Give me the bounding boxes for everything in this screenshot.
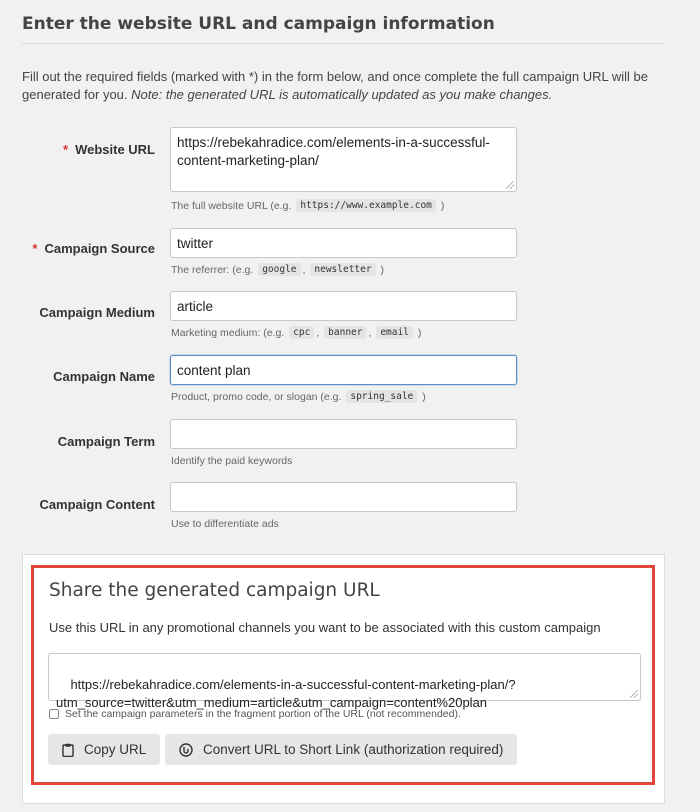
campaign-name-label-text: Campaign Name [53,369,155,384]
help-text: ) [417,326,422,339]
campaign-name-label: Campaign Name [53,369,155,384]
campaign-medium-help: Marketing medium: (e.g. cpc, banner, ema… [171,326,421,339]
help-code: newsletter [310,263,376,276]
website-url-label-text: Website URL [75,142,155,157]
campaign-medium-label-text: Campaign Medium [39,305,155,320]
help-code: spring_sale [346,390,418,403]
title-divider [22,43,665,44]
campaign-medium-value: article [177,298,214,314]
help-code: email [376,326,413,339]
campaign-term-label: Campaign Term [58,434,155,449]
clipboard-icon [62,743,74,757]
campaign-name-help: Product, promo code, or slogan (e.g. spr… [171,390,426,403]
campaign-medium-label: Campaign Medium [39,305,155,320]
share-panel: Share the generated campaign URL Use thi… [31,565,655,785]
campaign-source-help: The referrer: (e.g. google, newsletter ) [171,263,384,276]
link-icon [179,742,193,757]
help-sep: , [302,263,306,276]
section-title: Enter the website URL and campaign infor… [22,14,495,34]
website-url-label: * Website URL [63,142,155,157]
campaign-content-label-text: Campaign Content [39,497,155,512]
website-url-value: https://rebekahradice.com/elements-in-a-… [177,135,490,168]
generated-url-output[interactable]: https://rebekahradice.com/elements-in-a-… [48,653,641,710]
website-url-input[interactable]: https://rebekahradice.com/elements-in-a-… [170,127,517,192]
campaign-name-input[interactable]: content plan [170,355,517,385]
campaign-name-value: content plan [177,362,251,378]
help-code: cpc [289,326,315,339]
help-text: ) [440,199,445,212]
copy-url-label: Copy URL [84,742,147,757]
help-code: banner [324,326,367,339]
campaign-term-label-text: Campaign Term [57,434,155,449]
required-marker: * [32,241,38,256]
resize-handle-icon[interactable] [506,181,514,189]
fragment-checkbox-label[interactable]: Set the campaign parameters in the fragm… [65,708,461,720]
campaign-term-help: Identify the paid keywords [171,455,293,467]
help-text: ) [422,390,426,403]
shorten-url-button[interactable]: Convert URL to Short Link (authorization… [165,734,518,765]
intro-text: Fill out the required fields (marked wit… [22,68,672,104]
help-sep: , [368,326,372,339]
campaign-content-input[interactable] [170,482,517,512]
help-code: https://www.example.com [296,199,436,212]
help-text: The full website URL (e.g. [171,199,292,212]
resize-handle-icon[interactable] [630,690,638,698]
help-text: Marketing medium: (e.g. [171,326,285,339]
required-marker: * [63,142,69,157]
campaign-source-label-text: Campaign Source [44,241,155,256]
help-text: ) [380,263,385,276]
website-url-help: The full website URL (e.g. https://www.e… [171,199,444,212]
share-description: Use this URL in any promotional channels… [49,620,601,635]
campaign-source-label: * Campaign Source [32,241,155,256]
help-sep: , [316,326,320,339]
fragment-option: Set the campaign parameters in the fragm… [49,708,461,720]
shorten-url-label: Convert URL to Short Link (authorization… [203,742,504,757]
help-text: The referrer: (e.g. [171,263,254,276]
fragment-checkbox[interactable] [49,709,59,719]
campaign-source-input[interactable]: twitter [170,228,517,258]
help-text: Product, promo code, or slogan (e.g. [171,390,342,403]
copy-url-button[interactable]: Copy URL [48,734,161,765]
intro-note: Note: the generated URL is automatically… [131,87,553,102]
help-code: google [258,263,301,276]
campaign-content-help: Use to differentiate ads [171,518,279,530]
share-title: Share the generated campaign URL [49,580,380,601]
generated-url-value: https://rebekahradice.com/elements-in-a-… [56,677,516,710]
campaign-medium-input[interactable]: article [170,291,517,321]
campaign-term-input[interactable] [170,419,517,449]
campaign-source-value: twitter [177,235,214,251]
campaign-content-label: Campaign Content [39,497,155,512]
